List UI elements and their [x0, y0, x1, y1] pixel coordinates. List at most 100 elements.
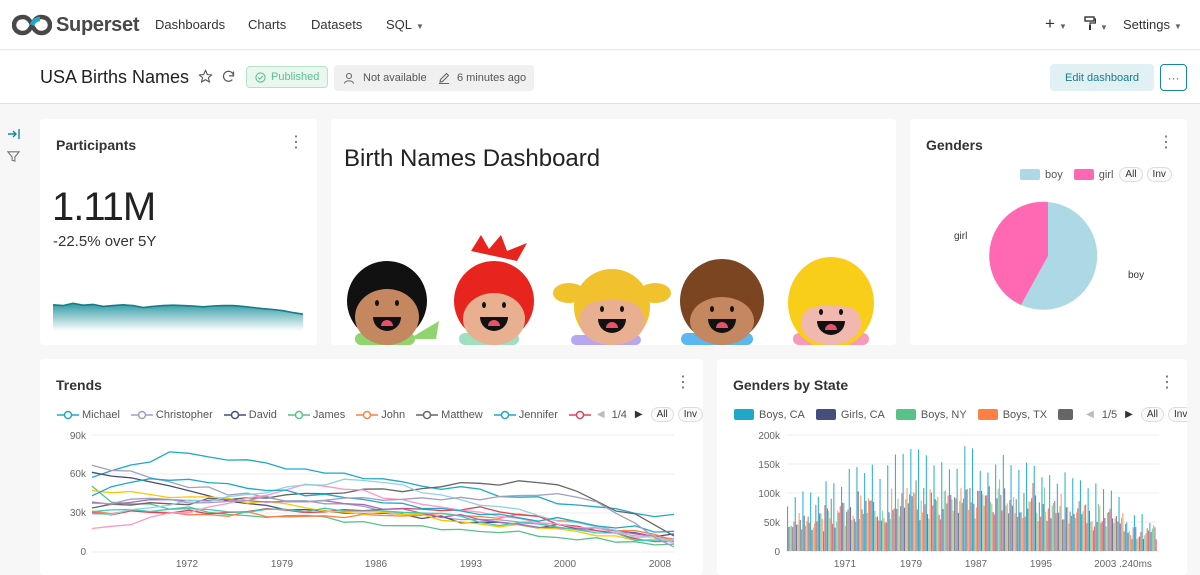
bar[interactable]: [970, 502, 972, 551]
bar[interactable]: [1041, 477, 1043, 551]
bar[interactable]: [1064, 472, 1066, 551]
legend-item-christopher[interactable]: Christopher: [130, 409, 213, 421]
bar[interactable]: [1068, 523, 1070, 551]
expand-arrow-icon[interactable]: [7, 128, 21, 140]
bar[interactable]: [1072, 478, 1074, 551]
bar[interactable]: [885, 522, 887, 552]
bar[interactable]: [1122, 513, 1124, 551]
bar[interactable]: [983, 505, 985, 551]
bar[interactable]: [955, 498, 957, 551]
bar[interactable]: [1144, 535, 1146, 551]
bar[interactable]: [1090, 521, 1092, 551]
bar[interactable]: [816, 521, 818, 552]
bar[interactable]: [1095, 483, 1097, 551]
bar[interactable]: [1106, 513, 1108, 551]
legend-item-boy[interactable]: boy: [1020, 169, 1063, 181]
bar[interactable]: [928, 518, 930, 551]
bar[interactable]: [982, 494, 984, 551]
nav-datasets[interactable]: Datasets: [311, 17, 362, 32]
bar[interactable]: [995, 464, 997, 552]
legend-prev-icon[interactable]: ◀: [597, 409, 605, 420]
bar[interactable]: [787, 506, 789, 551]
bar[interactable]: [1121, 517, 1123, 551]
bar[interactable]: [993, 514, 995, 551]
bar[interactable]: [1113, 523, 1115, 551]
more-vertical-icon[interactable]: ⋮: [1159, 375, 1175, 391]
legend-prev-icon[interactable]: ◀: [1086, 409, 1094, 420]
bar[interactable]: [1077, 508, 1079, 551]
bar[interactable]: [915, 480, 917, 551]
bar[interactable]: [808, 522, 810, 551]
settings-menu[interactable]: Settings ▼: [1123, 17, 1182, 32]
bar[interactable]: [819, 513, 821, 551]
bar[interactable]: [1128, 531, 1130, 551]
bar[interactable]: [1055, 513, 1057, 551]
bar[interactable]: [969, 487, 971, 551]
bar[interactable]: [939, 519, 941, 551]
bar[interactable]: [978, 491, 980, 551]
nav-charts[interactable]: Charts: [248, 17, 286, 32]
bar[interactable]: [820, 513, 822, 551]
new-plus-button[interactable]: + ▼: [1045, 14, 1067, 34]
legend-item-boys-tx[interactable]: Boys, TX: [977, 409, 1047, 421]
bar[interactable]: [896, 508, 898, 551]
bar[interactable]: [909, 494, 911, 551]
bar[interactable]: [1124, 523, 1126, 551]
bar[interactable]: [853, 518, 855, 551]
bar[interactable]: [811, 530, 813, 551]
bar[interactable]: [930, 492, 932, 551]
bar[interactable]: [823, 531, 825, 551]
bar[interactable]: [830, 498, 832, 551]
bar[interactable]: [894, 454, 896, 551]
bar[interactable]: [1031, 498, 1033, 551]
bar[interactable]: [1074, 517, 1076, 551]
bar[interactable]: [1123, 531, 1125, 551]
bar[interactable]: [907, 503, 909, 551]
bar[interactable]: [898, 516, 900, 551]
legend-item-john[interactable]: John: [356, 409, 405, 421]
bar[interactable]: [1097, 504, 1099, 551]
bar[interactable]: [990, 502, 992, 551]
bar[interactable]: [1079, 480, 1081, 551]
bar[interactable]: [1118, 496, 1120, 551]
bar[interactable]: [1045, 511, 1047, 551]
bar[interactable]: [933, 465, 935, 551]
bar[interactable]: [984, 495, 986, 552]
bar[interactable]: [936, 500, 938, 551]
bar[interactable]: [866, 512, 868, 551]
bar[interactable]: [829, 518, 831, 551]
bar[interactable]: [923, 488, 925, 551]
legend-item-jennifer[interactable]: Jennifer: [493, 409, 558, 421]
bar[interactable]: [1104, 518, 1106, 551]
bar[interactable]: [1002, 455, 1004, 551]
bar[interactable]: [797, 524, 799, 551]
dashboard-title[interactable]: USA Births Names: [40, 67, 189, 88]
bar[interactable]: [879, 479, 881, 551]
bar[interactable]: [1040, 516, 1042, 551]
bar[interactable]: [1108, 511, 1110, 551]
bar[interactable]: [1038, 502, 1040, 551]
refresh-icon[interactable]: [221, 69, 236, 84]
bar[interactable]: [851, 520, 853, 551]
bar[interactable]: [1018, 470, 1020, 551]
bar[interactable]: [1151, 528, 1153, 552]
legend-item-girl[interactable]: girl: [1073, 169, 1113, 181]
bar[interactable]: [903, 507, 905, 551]
bar[interactable]: [1099, 506, 1101, 551]
bar[interactable]: [882, 510, 884, 551]
bar[interactable]: [1109, 508, 1111, 551]
bar[interactable]: [1000, 494, 1002, 551]
bar[interactable]: [1101, 521, 1103, 551]
bar[interactable]: [805, 525, 807, 551]
bar[interactable]: [1081, 514, 1083, 551]
legend-item-girls-ca[interactable]: Girls, CA: [815, 409, 885, 421]
bar[interactable]: [972, 448, 974, 551]
bar[interactable]: [888, 512, 890, 551]
bar[interactable]: [914, 493, 916, 551]
bar[interactable]: [803, 515, 805, 551]
bar[interactable]: [912, 492, 914, 551]
bar[interactable]: [1014, 513, 1016, 551]
bar[interactable]: [1046, 520, 1048, 551]
bar[interactable]: [1006, 503, 1008, 552]
bar[interactable]: [1029, 501, 1031, 551]
